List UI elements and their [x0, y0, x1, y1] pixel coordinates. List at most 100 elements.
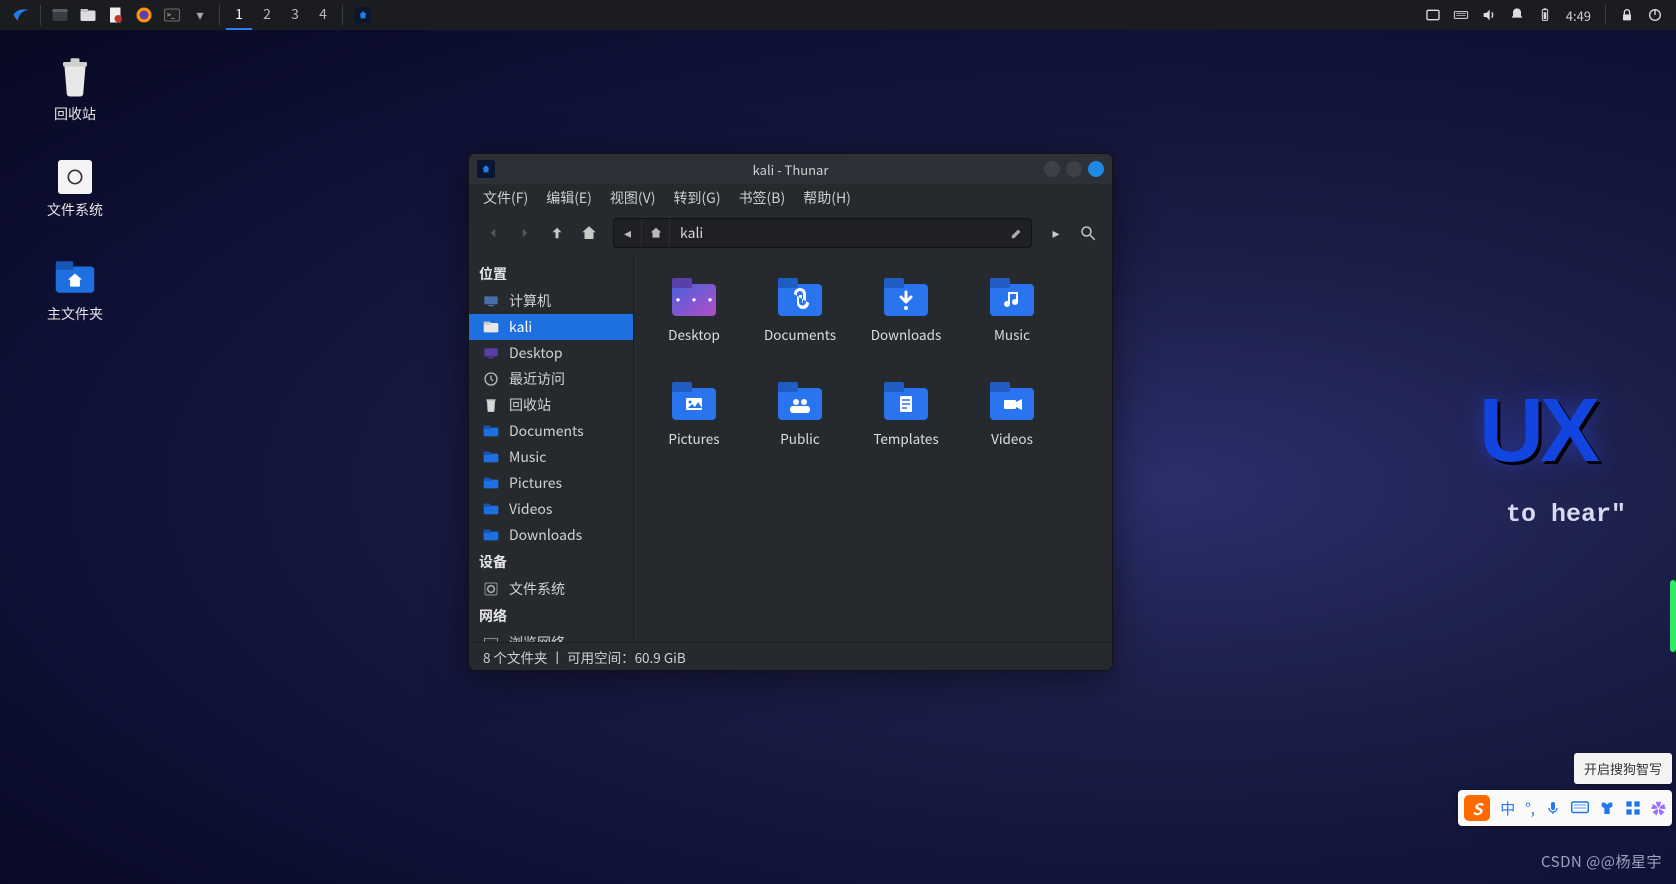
tray-lock-icon[interactable] [1614, 2, 1640, 28]
workspace-2[interactable]: 2 [254, 0, 280, 30]
nav-up-button[interactable] [543, 219, 571, 247]
sidebar-item-desktop[interactable]: Desktop [469, 340, 633, 366]
window-close-button[interactable] [1088, 161, 1104, 177]
sidebar-item-videos[interactable]: Videos [469, 496, 633, 522]
folder-documents[interactable]: Documents [750, 272, 850, 368]
menu-edit[interactable]: 编辑(E) [546, 188, 592, 208]
taskbar-firefox-icon[interactable] [131, 2, 157, 28]
folder-icon [879, 276, 933, 318]
desktop-label: 文件系统 [47, 200, 103, 220]
svg-text:>_: >_ [167, 9, 176, 20]
folder-public[interactable]: Public [750, 376, 850, 472]
videos-icon [483, 501, 499, 517]
tray-volume-icon[interactable] [1476, 2, 1502, 28]
desktop-filesystem[interactable]: 文件系统 [30, 160, 120, 220]
folder-icon [667, 380, 721, 422]
workspace-3[interactable]: 3 [282, 0, 308, 30]
ime-logo-icon[interactable]: S [1464, 795, 1490, 821]
folder-music[interactable]: Music [962, 272, 1062, 368]
menu-help[interactable]: 帮助(H) [803, 188, 851, 208]
sidebar-item-browse[interactable]: 浏览网络 [469, 630, 633, 642]
menu-file[interactable]: 文件(F) [483, 188, 528, 208]
folder-downloads[interactable]: Downloads [856, 272, 956, 368]
sidebar-item-pictures[interactable]: Pictures [469, 470, 633, 496]
pathbar-home-icon[interactable] [642, 219, 670, 247]
ime-voice-icon[interactable] [1545, 800, 1561, 816]
folder-icon [985, 276, 1039, 318]
tray-recorder-icon[interactable] [1420, 2, 1446, 28]
ime-toolbar[interactable]: S 中 °, ✿ [1458, 790, 1672, 826]
folder-label: Downloads [871, 324, 942, 344]
folder-label: Music [994, 324, 1030, 344]
toolbar-search-icon[interactable] [1074, 219, 1102, 247]
taskbar-thunar-button[interactable] [355, 7, 371, 23]
ime-mode-button[interactable]: 中 [1500, 798, 1515, 819]
folder-icon [773, 276, 827, 318]
workspace-switcher: 1 2 3 4 [226, 0, 336, 30]
window-maximize-button[interactable] [1066, 161, 1082, 177]
sidebar-item-trash[interactable]: 回收站 [469, 392, 633, 418]
ime-keyboard-icon[interactable] [1571, 801, 1589, 815]
browse-icon [483, 635, 499, 642]
desktop-trash[interactable]: 回收站 [30, 56, 120, 124]
nav-forward-button[interactable] [511, 219, 539, 247]
folder-label: Desktop [668, 324, 720, 344]
trash-icon [483, 397, 499, 413]
tray-keyboard-icon[interactable] [1448, 2, 1474, 28]
pathbar-back-icon[interactable]: ◂ [614, 219, 642, 247]
sidebar-item-downloads[interactable]: Downloads [469, 522, 633, 548]
folder-desktop[interactable]: •••Desktop [644, 272, 744, 368]
ime-skin-icon[interactable] [1599, 800, 1615, 816]
drive-icon [58, 160, 92, 194]
sidebar-header-network: 网络 [469, 602, 633, 630]
titlebar[interactable]: kali - Thunar [469, 154, 1112, 184]
sidebar-item-fs[interactable]: 文件系统 [469, 576, 633, 602]
folder-label: Templates [873, 428, 938, 448]
taskbar-dropdown-icon[interactable]: ▾ [187, 2, 213, 28]
thunar-window: kali - Thunar 文件(F) 编辑(E) 视图(V) 转到(G) 书签… [468, 153, 1113, 671]
workspace-1[interactable]: 1 [226, 0, 252, 30]
nav-home-button[interactable] [575, 219, 603, 247]
sidebar-item-music[interactable]: Music [469, 444, 633, 470]
folder-label: Pictures [668, 428, 719, 448]
statusbar: 8 个文件夹 丨 可用空间：60.9 GiB [469, 642, 1112, 670]
taskbar-editor-icon[interactable] [103, 2, 129, 28]
ime-settings-icon[interactable]: ✿ [1651, 798, 1666, 819]
desktop-home[interactable]: 主文件夹 [30, 256, 120, 324]
folder-videos[interactable]: Videos [962, 376, 1062, 472]
watermark: CSDN @@杨星宇 [1541, 851, 1662, 872]
sidebar-item-label: 回收站 [509, 395, 551, 415]
pathbar-edit-icon[interactable] [1003, 226, 1031, 240]
window-minimize-button[interactable] [1044, 161, 1060, 177]
pathbar: ◂ kali [613, 218, 1032, 248]
folder-label: Documents [764, 324, 836, 344]
taskbar-terminal-icon[interactable] [47, 2, 73, 28]
folder-pictures[interactable]: Pictures [644, 376, 744, 472]
taskbar-term2-icon[interactable]: >_ [159, 2, 185, 28]
desktop-icons: 回收站 文件系统 主文件夹 [30, 56, 120, 324]
sidebar-item-label: 计算机 [509, 291, 551, 311]
menu-view[interactable]: 视图(V) [610, 188, 656, 208]
ime-toolbox-icon[interactable] [1625, 800, 1641, 816]
tray-clock[interactable]: 4:49 [1560, 6, 1597, 25]
ime-punct-icon[interactable]: °, [1525, 798, 1535, 819]
pathbar-next-icon[interactable]: ▸ [1042, 219, 1070, 247]
tray-battery-icon[interactable] [1532, 2, 1558, 28]
menu-go[interactable]: 转到(G) [673, 188, 720, 208]
menu-bookmarks[interactable]: 书签(B) [739, 188, 786, 208]
documents-icon [483, 423, 499, 439]
taskbar-files-icon[interactable] [75, 2, 101, 28]
tray-notifications-icon[interactable] [1504, 2, 1530, 28]
workspace-4[interactable]: 4 [310, 0, 336, 30]
pathbar-segment[interactable]: kali [670, 223, 713, 243]
kali-menu-icon[interactable] [8, 2, 34, 28]
sidebar-item-computer[interactable]: 计算机 [469, 288, 633, 314]
sidebar-header-devices: 设备 [469, 548, 633, 576]
folder-templates[interactable]: Templates [856, 376, 956, 472]
tray-power-icon[interactable] [1642, 2, 1668, 28]
sidebar-item-recent[interactable]: 最近访问 [469, 366, 633, 392]
nav-back-button[interactable] [479, 219, 507, 247]
sidebar-item-kali[interactable]: kali [469, 314, 633, 340]
sidebar-item-documents[interactable]: Documents [469, 418, 633, 444]
sidebar: 位置 计算机kaliDesktop最近访问回收站DocumentsMusicPi… [469, 254, 634, 642]
